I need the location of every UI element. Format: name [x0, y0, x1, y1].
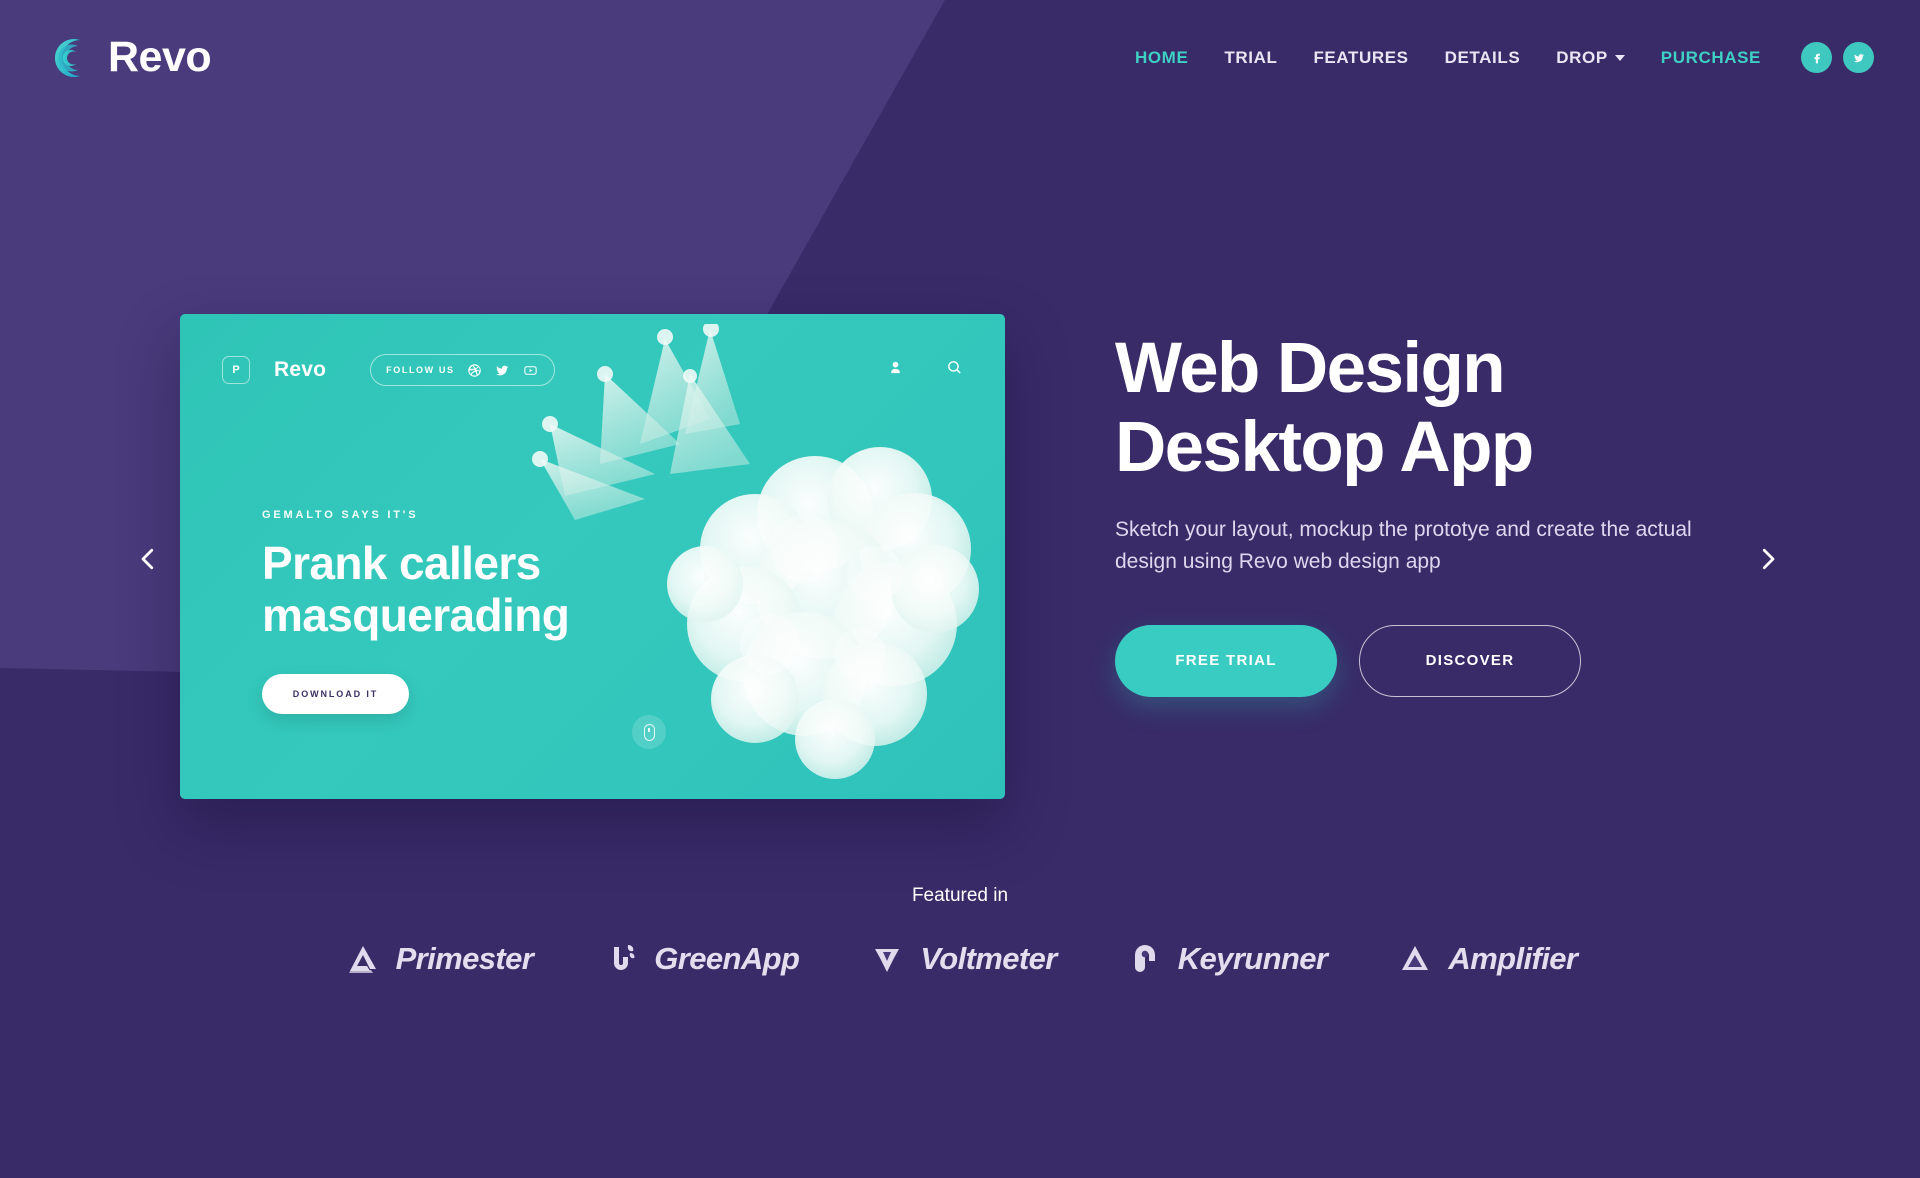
site-header: Revo HOME TRIAL FEATURES DETAILS DROP PU…: [0, 0, 1920, 115]
download-it-button[interactable]: DOWNLOAD IT: [262, 674, 409, 715]
slide-card-topbar: P Revo FOLLOW US: [222, 354, 963, 386]
featured-in-section: Featured in Primester GreenApp Voltmeter: [0, 885, 1920, 979]
chevron-right-icon: [1762, 548, 1775, 570]
nav-item-details[interactable]: DETAILS: [1427, 48, 1539, 68]
nav-item-purchase[interactable]: PURCHASE: [1643, 48, 1779, 68]
facebook-icon[interactable]: [1801, 42, 1832, 73]
slide-card-content: GEMALTO SAYS IT'S Prank callers masquera…: [262, 509, 682, 715]
nav-item-home[interactable]: HOME: [1117, 48, 1206, 68]
featured-logo-label: Amplifier: [1448, 941, 1578, 976]
slide-logo-icon: P: [222, 356, 250, 384]
slide-kicker: GEMALTO SAYS IT'S: [262, 509, 419, 521]
hero-title-line2: Desktop App: [1115, 407, 1534, 487]
keyrunner-loop-icon: [1125, 939, 1165, 979]
featured-logo-row: Primester GreenApp Voltmeter Keyrunner A…: [0, 939, 1920, 979]
follow-us-label: FOLLOW US: [386, 365, 455, 375]
brand-logo[interactable]: Revo: [46, 33, 212, 82]
nav-item-drop[interactable]: DROP: [1538, 48, 1643, 68]
hero-slide-card[interactable]: P Revo FOLLOW US GEMALTO SAYS IT'S Prank…: [180, 314, 1005, 799]
twitter-icon[interactable]: [1843, 42, 1874, 73]
greenapp-sprout-icon: [601, 939, 641, 979]
search-icon[interactable]: [946, 359, 963, 381]
hero-section: P Revo FOLLOW US GEMALTO SAYS IT'S Prank…: [0, 0, 1920, 900]
featured-logo-amplifier[interactable]: Amplifier: [1395, 939, 1578, 979]
featured-logo-keyrunner[interactable]: Keyrunner: [1125, 939, 1328, 979]
featured-logo-voltmeter[interactable]: Voltmeter: [867, 939, 1057, 979]
user-icon[interactable]: [887, 359, 904, 381]
main-navigation: HOME TRIAL FEATURES DETAILS DROP PURCHAS…: [1117, 42, 1874, 73]
hero-copy-column: Web Design Desktop App Sketch your layou…: [1115, 329, 1805, 697]
featured-logo-label: Voltmeter: [920, 941, 1057, 976]
brand-name: Revo: [108, 33, 212, 81]
twitter-icon[interactable]: [494, 362, 511, 379]
hero-subtitle: Sketch your layout, mockup the prototye …: [1115, 517, 1692, 574]
free-trial-button[interactable]: FREE TRIAL: [1115, 624, 1337, 697]
voltmeter-shield-icon: [867, 939, 907, 979]
featured-logo-label: Primester: [395, 941, 534, 976]
nav-item-trial[interactable]: TRIAL: [1206, 48, 1295, 68]
mouse-scroll-icon: [632, 715, 666, 749]
follow-us-pill[interactable]: FOLLOW US: [370, 354, 555, 386]
nav-item-features[interactable]: FEATURES: [1295, 48, 1426, 68]
slider-next-button[interactable]: [1745, 536, 1791, 582]
slide-brand-name: Revo: [274, 358, 327, 381]
revo-crescent-logo-icon: [46, 34, 94, 82]
youtube-icon[interactable]: [522, 362, 539, 379]
slide-title: Prank callers masquerading: [262, 537, 570, 641]
hero-title-line1: Web Design: [1115, 329, 1506, 408]
slide-logo-letter: P: [232, 364, 240, 376]
header-social-links: [1801, 42, 1874, 73]
amplifier-triangle-icon: [1395, 939, 1435, 979]
slider-prev-button[interactable]: [125, 536, 171, 582]
featured-in-label: Featured in: [911, 885, 1009, 906]
slide-card-actions: [887, 359, 963, 381]
featured-logo-greenapp[interactable]: GreenApp: [601, 939, 800, 979]
featured-logo-label: Keyrunner: [1177, 941, 1328, 976]
chevron-left-icon: [141, 548, 154, 570]
chevron-down-icon: [1614, 55, 1625, 62]
primester-delta-icon: [343, 939, 383, 979]
nav-item-drop-label: DROP: [1556, 47, 1608, 67]
dribbble-icon[interactable]: [466, 362, 483, 379]
featured-logo-label: GreenApp: [654, 941, 800, 976]
hero-action-buttons: FREE TRIAL DISCOVER: [1115, 624, 1805, 697]
featured-logo-primester[interactable]: Primester: [343, 939, 534, 979]
page-title: Web Design Desktop App: [1115, 329, 1805, 488]
discover-button[interactable]: DISCOVER: [1359, 624, 1581, 697]
page-root: Revo HOME TRIAL FEATURES DETAILS DROP PU…: [0, 0, 1920, 1178]
